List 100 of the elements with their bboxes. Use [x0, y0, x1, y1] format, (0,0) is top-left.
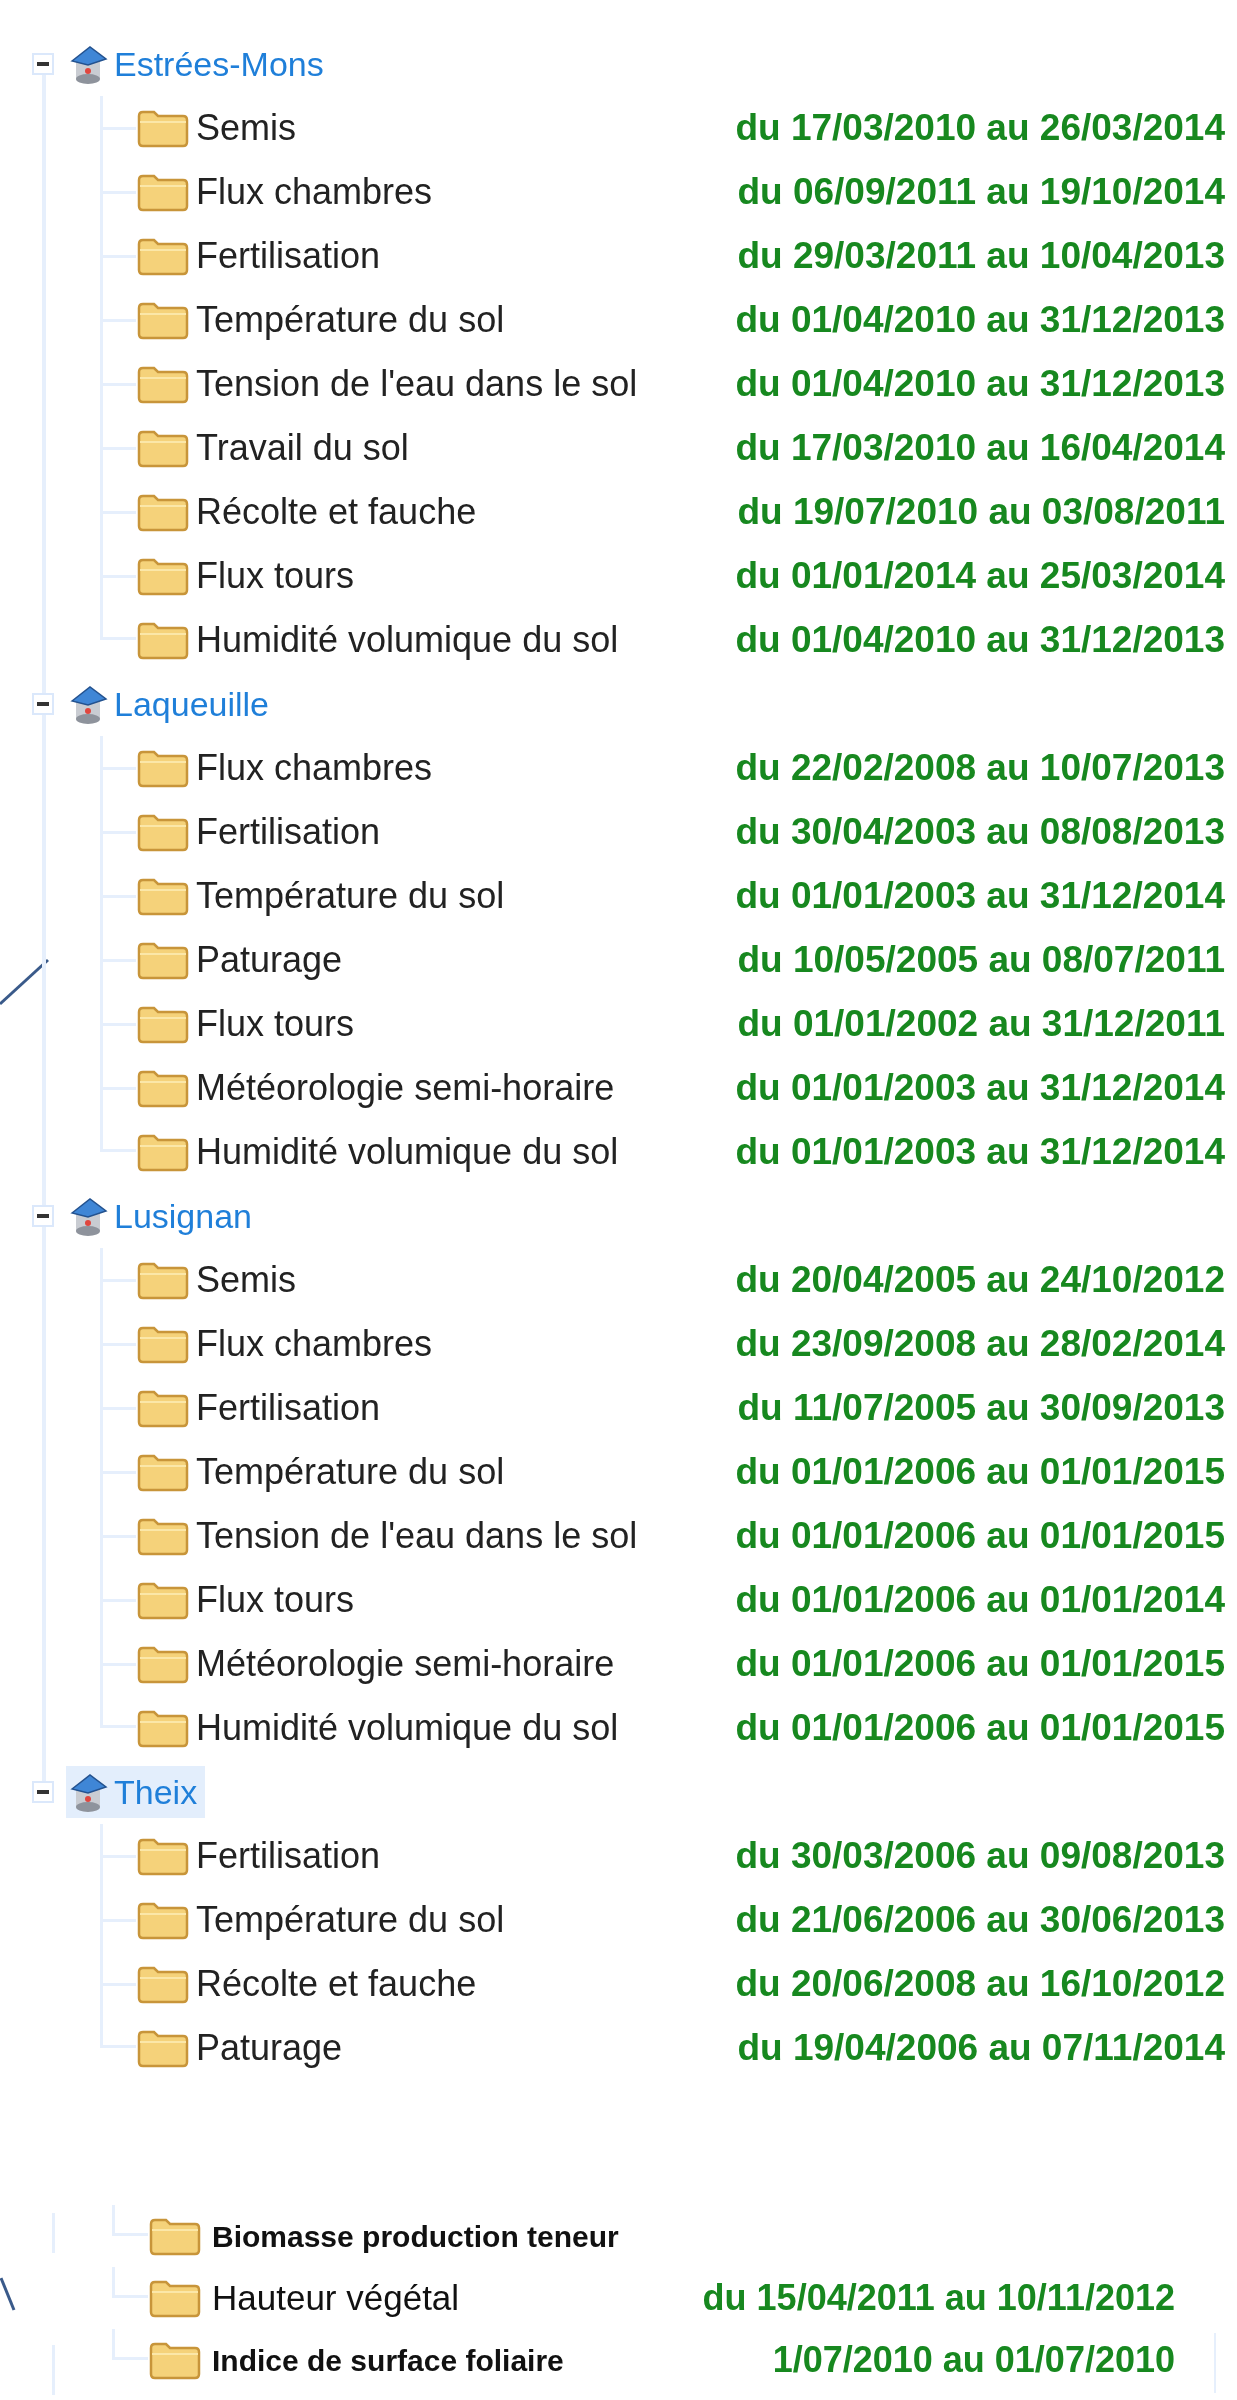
tree-item[interactable]: Flux tours — [136, 997, 738, 1051]
date-range: du 01/04/2010 au 31/12/2013 — [735, 618, 1225, 663]
tree-item[interactable]: Travail du sol — [136, 421, 736, 475]
tree-item[interactable]: Météorologie semi-horaire — [136, 1637, 736, 1691]
item-label: Flux tours — [196, 1578, 355, 1622]
date-range: du 19/04/2006 au 07/11/2014 — [737, 2026, 1225, 2071]
folder-icon — [148, 2216, 202, 2256]
date-range: du 23/09/2008 au 28/02/2014 — [735, 1322, 1225, 1367]
item-label: Travail du sol — [196, 426, 409, 470]
tree-item[interactable]: Flux chambres — [136, 1317, 736, 1371]
date-range: du 01/01/2006 au 01/01/2015 — [735, 1706, 1225, 1751]
collapse-toggle[interactable] — [32, 693, 54, 715]
tree-line — [100, 736, 136, 800]
item-label: Fertilisation — [196, 810, 381, 854]
tree-item[interactable]: Paturage — [136, 933, 738, 987]
item-label: Récolte et fauche — [196, 1962, 477, 2006]
tree-item[interactable]: Flux chambres — [136, 165, 738, 219]
date-range: du 20/04/2005 au 24/10/2012 — [735, 1258, 1225, 1303]
item-label: Fertilisation — [196, 1834, 381, 1878]
tree-node[interactable]: Estrées-Mons — [66, 38, 332, 90]
item-label: Indice de surface foliaire — [212, 2342, 564, 2379]
folder-icon — [136, 556, 190, 596]
tree-item[interactable]: Semis — [136, 101, 736, 155]
tree-item[interactable]: Flux tours — [136, 549, 736, 603]
folder-icon — [148, 2278, 202, 2318]
site-label: Estrées-Mons — [114, 43, 324, 85]
date-range: du 01/01/2003 au 31/12/2014 — [735, 874, 1225, 919]
date-range: du 17/03/2010 au 16/04/2014 — [735, 426, 1225, 471]
date-range: du 01/01/2006 au 01/01/2015 — [735, 1642, 1225, 1687]
folder-icon — [136, 1580, 190, 1620]
tree-item[interactable]: Température du sol — [136, 869, 736, 923]
folder-icon — [136, 1324, 190, 1364]
date-range: du 30/03/2006 au 09/08/2013 — [735, 1834, 1225, 1879]
folder-icon — [136, 2028, 190, 2068]
tree-line — [112, 2329, 148, 2360]
collapse-toggle[interactable] — [32, 1205, 54, 1227]
folder-icon — [136, 428, 190, 468]
tree-line — [100, 352, 136, 416]
tree-item[interactable]: Humidité volumique du sol — [136, 613, 736, 667]
folder-icon — [136, 812, 190, 852]
tree-item[interactable]: Tension de l'eau dans le sol — [136, 1509, 736, 1563]
folder-icon — [136, 108, 190, 148]
tree-item[interactable]: Météorologie semi-horaire — [136, 1061, 736, 1115]
tree-item[interactable]: Température du sol — [136, 1893, 736, 1947]
tree-item[interactable]: Indice de surface foliaire — [148, 2337, 773, 2383]
tree-item[interactable]: Biomasse production teneur — [148, 2213, 1175, 2259]
tree-item[interactable]: Humidité volumique du sol — [136, 1125, 736, 1179]
tree-item[interactable]: Flux tours — [136, 1573, 736, 1627]
tree-item[interactable]: Tension de l'eau dans le sol — [136, 357, 736, 411]
tree-line — [100, 480, 136, 544]
tree-item[interactable]: Semis — [136, 1253, 736, 1307]
tree-node[interactable]: Theix — [66, 1766, 206, 1818]
tree-line — [100, 800, 136, 864]
tree-line — [112, 2205, 148, 2236]
item-label: Biomasse production teneur — [212, 2218, 619, 2255]
item-label: Température du sol — [196, 874, 505, 918]
item-label: Température du sol — [196, 1450, 505, 1494]
date-range: du 10/05/2005 au 08/07/2011 — [737, 938, 1225, 983]
tree-item[interactable]: Température du sol — [136, 1445, 736, 1499]
tree-item[interactable]: Humidité volumique du sol — [136, 1701, 736, 1755]
folder-icon — [136, 940, 190, 980]
tree-line — [100, 288, 136, 352]
tree-node[interactable]: Laqueuille — [66, 678, 278, 730]
date-range: du 01/01/2014 au 25/03/2014 — [735, 554, 1225, 599]
tree-node[interactable]: Lusignan — [66, 1190, 260, 1242]
item-label: Température du sol — [196, 1898, 505, 1942]
date-range: du 22/02/2008 au 10/07/2013 — [735, 746, 1225, 791]
collapse-toggle[interactable] — [32, 1781, 54, 1803]
folder-icon — [136, 876, 190, 916]
tree-item[interactable]: Hauteur végétal — [148, 2271, 703, 2325]
tree-item[interactable]: Température du sol — [136, 293, 736, 347]
folder-icon — [136, 1900, 190, 1940]
tree-item[interactable]: Paturage — [136, 2021, 738, 2075]
folder-icon — [136, 1388, 190, 1428]
folder-icon — [136, 1132, 190, 1172]
tree-item[interactable]: Fertilisation — [136, 1381, 738, 1435]
tree-line — [100, 1824, 136, 1888]
date-range: du 11/07/2005 au 30/09/2013 — [737, 1386, 1225, 1431]
tree-item[interactable]: Fertilisation — [136, 1829, 736, 1883]
tree-item[interactable]: Récolte et fauche — [136, 485, 738, 539]
date-range: du 01/01/2006 au 01/01/2015 — [735, 1514, 1225, 1559]
item-label: Tension de l'eau dans le sol — [196, 362, 638, 406]
item-label: Hauteur végétal — [212, 2276, 460, 2319]
tree-line — [100, 416, 136, 480]
folder-icon — [136, 1708, 190, 1748]
tree-line — [100, 1504, 136, 1568]
item-label: Humidité volumique du sol — [196, 1706, 619, 1750]
collapse-toggle[interactable] — [32, 53, 54, 75]
item-label: Fertilisation — [196, 1386, 381, 1430]
tree-line — [100, 864, 136, 928]
tree-item[interactable]: Flux chambres — [136, 741, 736, 795]
tree-item[interactable]: Récolte et fauche — [136, 1957, 736, 2011]
folder-icon — [136, 1260, 190, 1300]
item-label: Température du sol — [196, 298, 505, 342]
folder-icon — [136, 236, 190, 276]
tree-item[interactable]: Fertilisation — [136, 805, 736, 859]
item-label: Fertilisation — [196, 234, 381, 278]
date-range: du 17/03/2010 au 26/03/2014 — [735, 106, 1225, 151]
tree-item[interactable]: Fertilisation — [136, 229, 738, 283]
date-range: du 30/04/2003 au 08/08/2013 — [735, 810, 1225, 855]
